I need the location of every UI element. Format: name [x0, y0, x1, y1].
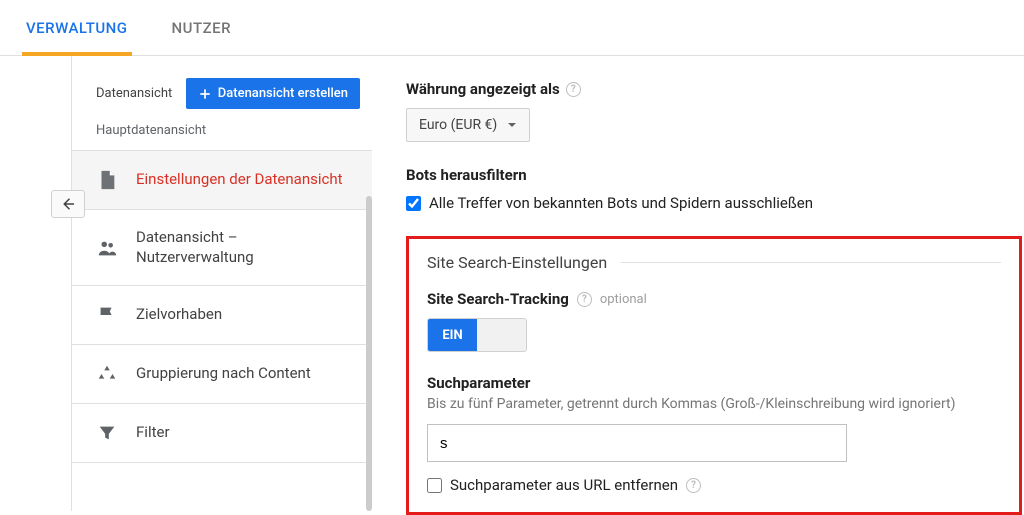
- tab-admin[interactable]: VERWALTUNG: [26, 0, 128, 55]
- site-search-toggle[interactable]: EIN: [427, 318, 527, 352]
- tab-users[interactable]: NUTZER: [172, 0, 232, 55]
- sidebar-view-label: Datenansicht: [96, 86, 172, 101]
- nav-item-label: Filter: [136, 423, 170, 443]
- left-gutter: [0, 56, 72, 511]
- currency-heading: Währung angezeigt als: [406, 80, 560, 98]
- currency-dropdown[interactable]: Euro (EUR €): [406, 108, 530, 142]
- document-icon: [96, 169, 118, 191]
- top-tabs: VERWALTUNG NUTZER: [0, 0, 1024, 56]
- sidebar-nav: Einstellungen der Datenansicht Datenansi…: [72, 151, 372, 463]
- nav-item-label: Einstellungen der Datenansicht: [136, 170, 343, 190]
- nav-item-view-settings[interactable]: Einstellungen der Datenansicht: [72, 151, 372, 210]
- site-search-fieldset-title: Site Search-Einstellungen: [427, 253, 607, 272]
- content-group-icon: [96, 363, 118, 385]
- optional-badge: optional: [600, 292, 647, 307]
- toggle-on-label: EIN: [428, 319, 477, 351]
- nav-item-filters[interactable]: Filter: [72, 404, 372, 463]
- search-param-heading: Suchparameter: [427, 374, 1001, 392]
- strip-param-row[interactable]: Suchparameter aus URL entfernen ?: [427, 476, 1001, 494]
- nav-item-user-management[interactable]: Datenansicht – Nutzerverwaltung: [72, 210, 372, 286]
- nav-item-goals[interactable]: Zielvorhaben: [72, 286, 372, 345]
- toggle-off-half: [477, 319, 526, 351]
- funnel-icon: [96, 422, 118, 444]
- chevron-down-icon: [507, 120, 517, 130]
- flag-icon: [96, 304, 118, 326]
- create-view-button-label: Datenansicht erstellen: [218, 86, 348, 101]
- nav-item-label: Datenansicht – Nutzerverwaltung: [136, 228, 348, 267]
- currency-dropdown-value: Euro (EUR €): [419, 117, 497, 133]
- currency-section: Währung angezeigt als ? Euro (EUR €): [406, 80, 1024, 142]
- bots-checkbox-row[interactable]: Alle Treffer von bekannten Bots und Spid…: [406, 194, 1024, 212]
- help-icon[interactable]: ?: [577, 292, 592, 307]
- bots-heading: Bots herausfiltern: [406, 166, 527, 184]
- bots-checkbox-label: Alle Treffer von bekannten Bots und Spid…: [429, 194, 813, 212]
- nav-item-label: Gruppierung nach Content: [136, 364, 311, 384]
- divider: [621, 262, 1001, 263]
- help-icon[interactable]: ?: [566, 82, 581, 97]
- bots-checkbox[interactable]: [406, 196, 421, 211]
- nav-item-content-grouping[interactable]: Gruppierung nach Content: [72, 345, 372, 404]
- create-view-button[interactable]: Datenansicht erstellen: [186, 78, 360, 109]
- help-icon[interactable]: ?: [686, 478, 701, 493]
- sidebar-main-view-label: Hauptdatenansicht: [72, 109, 372, 151]
- nav-item-label: Zielvorhaben: [136, 305, 222, 325]
- back-button[interactable]: [51, 190, 85, 218]
- content-panel: Währung angezeigt als ? Euro (EUR €) Bot…: [372, 56, 1024, 511]
- site-search-tracking-label: Site Search-Tracking: [427, 290, 569, 308]
- search-param-hint: Bis zu fünf Parameter, getrennt durch Ko…: [427, 396, 1001, 412]
- users-icon: [96, 237, 118, 259]
- bots-section: Bots herausfiltern Alle Treffer von beka…: [406, 166, 1024, 212]
- sidebar: Datenansicht Datenansicht erstellen Haup…: [72, 56, 372, 511]
- search-param-input[interactable]: [427, 424, 847, 462]
- site-search-highlight: Site Search-Einstellungen Site Search-Tr…: [406, 236, 1022, 515]
- strip-param-label: Suchparameter aus URL entfernen: [450, 476, 678, 494]
- arrow-back-icon: [59, 195, 77, 213]
- plus-icon: [198, 87, 212, 101]
- strip-param-checkbox[interactable]: [427, 478, 442, 493]
